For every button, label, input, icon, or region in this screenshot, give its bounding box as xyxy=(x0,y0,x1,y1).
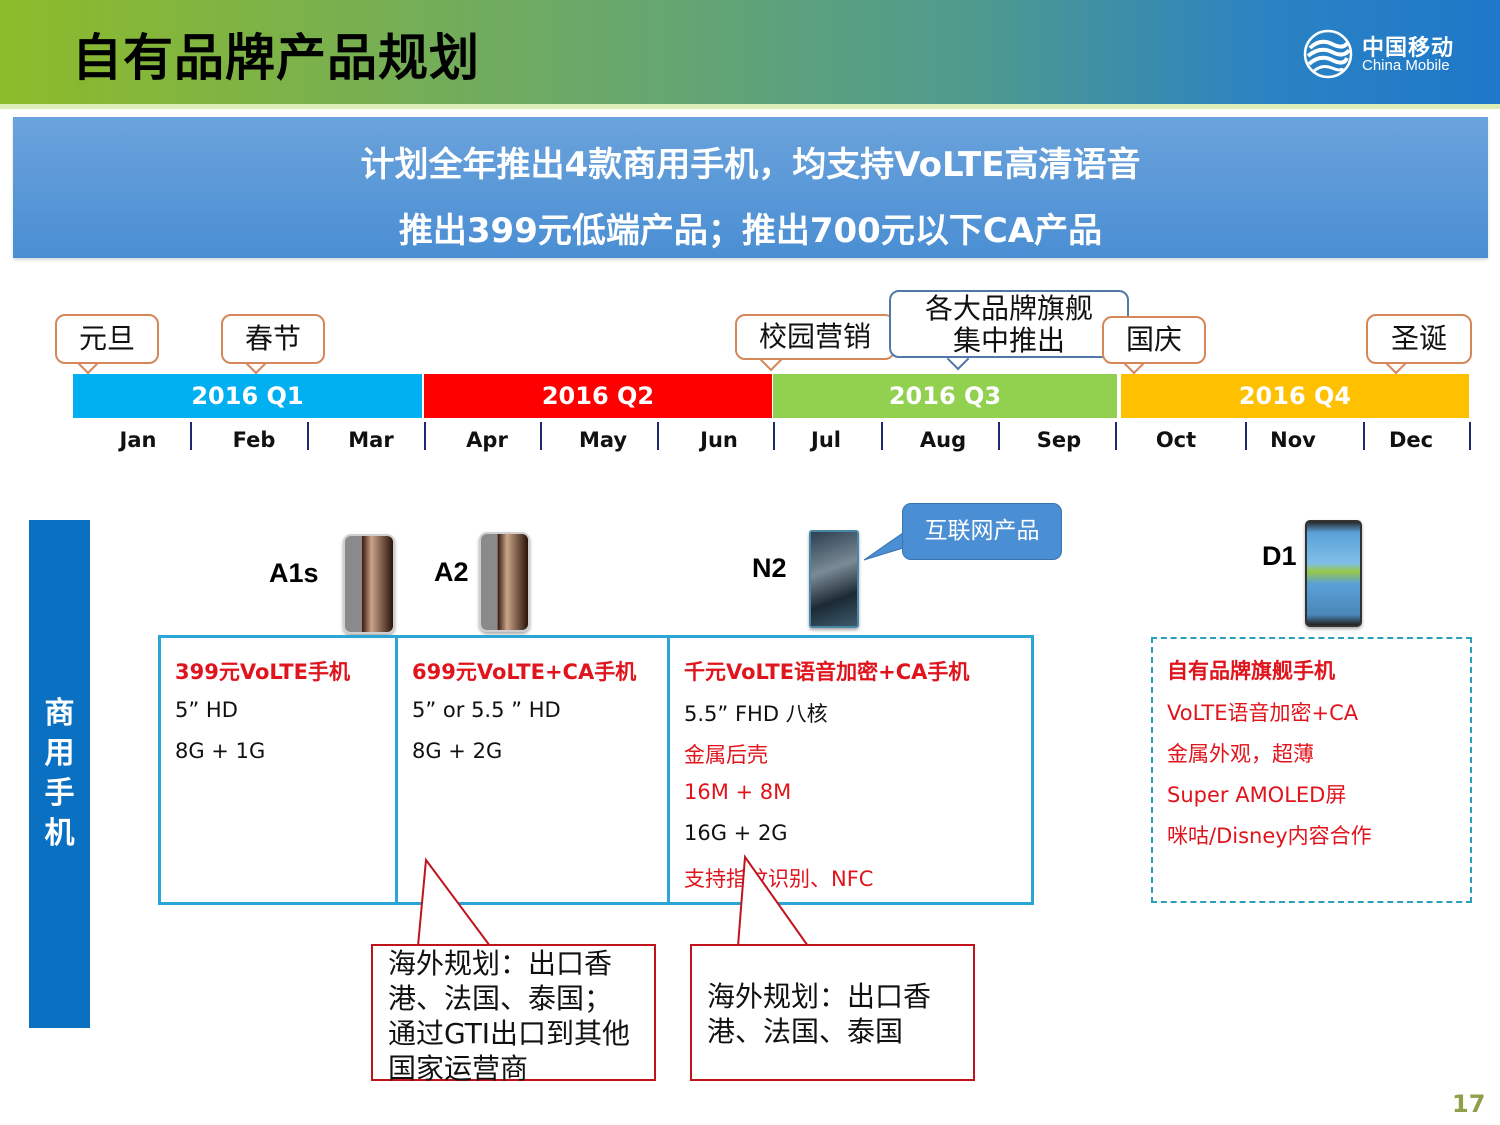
phone-image-a1s xyxy=(343,534,395,634)
month-divider xyxy=(540,422,542,450)
month-label: Jan xyxy=(119,428,157,452)
callout-line: 各大品牌旗舰 xyxy=(924,292,1093,325)
month-label: Jun xyxy=(700,428,738,452)
month-label: Mar xyxy=(348,428,394,452)
section-label-commercial-phones: 商用手机 xyxy=(29,520,90,1028)
event-callout-new-year: 元旦 xyxy=(55,314,159,364)
logo-english-text: China Mobile xyxy=(1362,57,1450,74)
header-divider xyxy=(0,104,1500,109)
month-label: Nov xyxy=(1270,428,1316,452)
event-callout-campus-marketing: 校园营销 xyxy=(735,314,895,360)
product-spec: 5” HD xyxy=(175,698,238,722)
month-divider xyxy=(307,422,309,450)
product-column-n2: 千元VoLTE语音加密+CA手机 5.5” FHD 八核 金属后壳 16M + … xyxy=(670,638,1031,902)
overseas-line: 海外规划：出口香 xyxy=(388,947,613,980)
product-spec: 咪咕/Disney内容合作 xyxy=(1167,824,1372,848)
product-spec: VoLTE语音加密+CA xyxy=(1167,701,1359,725)
banner-line-1: 计划全年推出4款商用手机，均支持VoLTE高清语音 xyxy=(360,145,1141,185)
product-spec: 16G + 2G xyxy=(684,821,788,845)
month-divider xyxy=(1245,422,1247,450)
quarter-q1: 2016 Q1 xyxy=(73,374,422,418)
month-label: Jul xyxy=(811,428,841,452)
callout-line: 集中推出 xyxy=(952,324,1065,357)
product-spec: 金属外观，超薄 xyxy=(1167,742,1314,766)
quarter-q4: 2016 Q4 xyxy=(1121,374,1469,418)
model-label-d1: D1 xyxy=(1262,541,1297,571)
event-callout-christmas: 圣诞 xyxy=(1366,314,1472,364)
model-label-n2: N2 xyxy=(752,553,787,583)
product-spec: 16M + 8M xyxy=(684,780,792,804)
month-label: Sep xyxy=(1036,428,1082,452)
phone-image-d1 xyxy=(1305,520,1362,627)
overseas-line: 海外规划：出口香 xyxy=(707,980,932,1013)
product-spec: 8G + 1G xyxy=(175,739,266,763)
phone-image-a2 xyxy=(479,532,530,632)
month-divider xyxy=(657,422,659,450)
month-label: Aug xyxy=(919,428,967,452)
month-label: May xyxy=(578,428,628,452)
month-divider xyxy=(881,422,883,450)
product-spec: 5” or 5.5 ” HD xyxy=(412,698,561,722)
product-box-d1: 自有品牌旗舰手机 VoLTE语音加密+CA 金属外观，超薄 Super AMOL… xyxy=(1151,637,1472,903)
month-divider xyxy=(190,422,192,450)
quarter-q3: 2016 Q3 xyxy=(773,374,1117,418)
phone-image-n2 xyxy=(809,530,859,628)
model-label-a1s: A1s xyxy=(269,558,319,588)
month-divider xyxy=(1363,422,1365,450)
month-divider xyxy=(1469,422,1471,450)
product-spec: 支持指纹识别、NFC xyxy=(684,867,874,891)
section-label-text: 商用手机 xyxy=(44,696,75,851)
month-label: Apr xyxy=(466,428,508,452)
china-mobile-logo-icon xyxy=(1302,28,1354,80)
overseas-line: 国家运营商 xyxy=(388,1052,529,1085)
overseas-line: 通过GTI出口到其他 xyxy=(388,1017,631,1050)
page-title: 自有品牌产品规划 xyxy=(72,29,480,87)
product-spec: 8G + 2G xyxy=(412,739,503,763)
month-divider xyxy=(773,422,775,450)
overseas-plan-box-1: 海外规划：出口香 港、法国、泰国； 通过GTI出口到其他 国家运营商 xyxy=(371,944,656,1085)
product-spec: 5.5” FHD 八核 xyxy=(684,702,828,726)
month-divider xyxy=(1115,422,1117,450)
event-callout-spring-festival: 春节 xyxy=(221,314,325,364)
month-divider xyxy=(998,422,1000,450)
product-column-a2: 699元VoLTE+CA手机 5” or 5.5 ” HD 8G + 2G xyxy=(398,638,670,902)
product-spec: 金属后壳 xyxy=(684,743,768,767)
product-spec: Super AMOLED屏 xyxy=(1167,783,1347,807)
product-column-a1s: 399元VoLTE手机 5” HD 8G + 1G xyxy=(161,638,398,902)
banner-line-2: 推出399元低端产品；推出700元以下CA产品 xyxy=(398,211,1103,251)
model-label-a2: A2 xyxy=(434,557,469,587)
product-title: 699元VoLTE+CA手机 xyxy=(412,660,637,684)
page-number: 17 xyxy=(1452,1090,1486,1118)
product-title: 千元VoLTE语音加密+CA手机 xyxy=(684,660,970,684)
month-label: Oct xyxy=(1155,428,1197,452)
quarter-q2: 2016 Q2 xyxy=(424,374,772,418)
month-label: Dec xyxy=(1388,428,1434,452)
overseas-line: 港、法国、泰国 xyxy=(707,1015,904,1048)
product-title: 自有品牌旗舰手机 xyxy=(1167,659,1335,683)
month-divider xyxy=(424,422,426,450)
internet-product-tag: 互联网产品 xyxy=(902,503,1062,560)
event-callout-national-day: 国庆 xyxy=(1102,316,1206,364)
overseas-plan-box-2: 海外规划：出口香 港、法国、泰国 xyxy=(690,944,975,1081)
product-title: 399元VoLTE手机 xyxy=(175,660,350,684)
summary-banner: 计划全年推出4款商用手机，均支持VoLTE高清语音 推出399元低端产品；推出7… xyxy=(13,117,1488,258)
month-label: Feb xyxy=(232,428,276,452)
product-spec-table: 399元VoLTE手机 5” HD 8G + 1G 699元VoLTE+CA手机… xyxy=(158,635,1034,905)
overseas-line: 港、法国、泰国； xyxy=(388,982,613,1015)
event-callout-flagship-launch: 各大品牌旗舰 集中推出 xyxy=(889,290,1129,358)
